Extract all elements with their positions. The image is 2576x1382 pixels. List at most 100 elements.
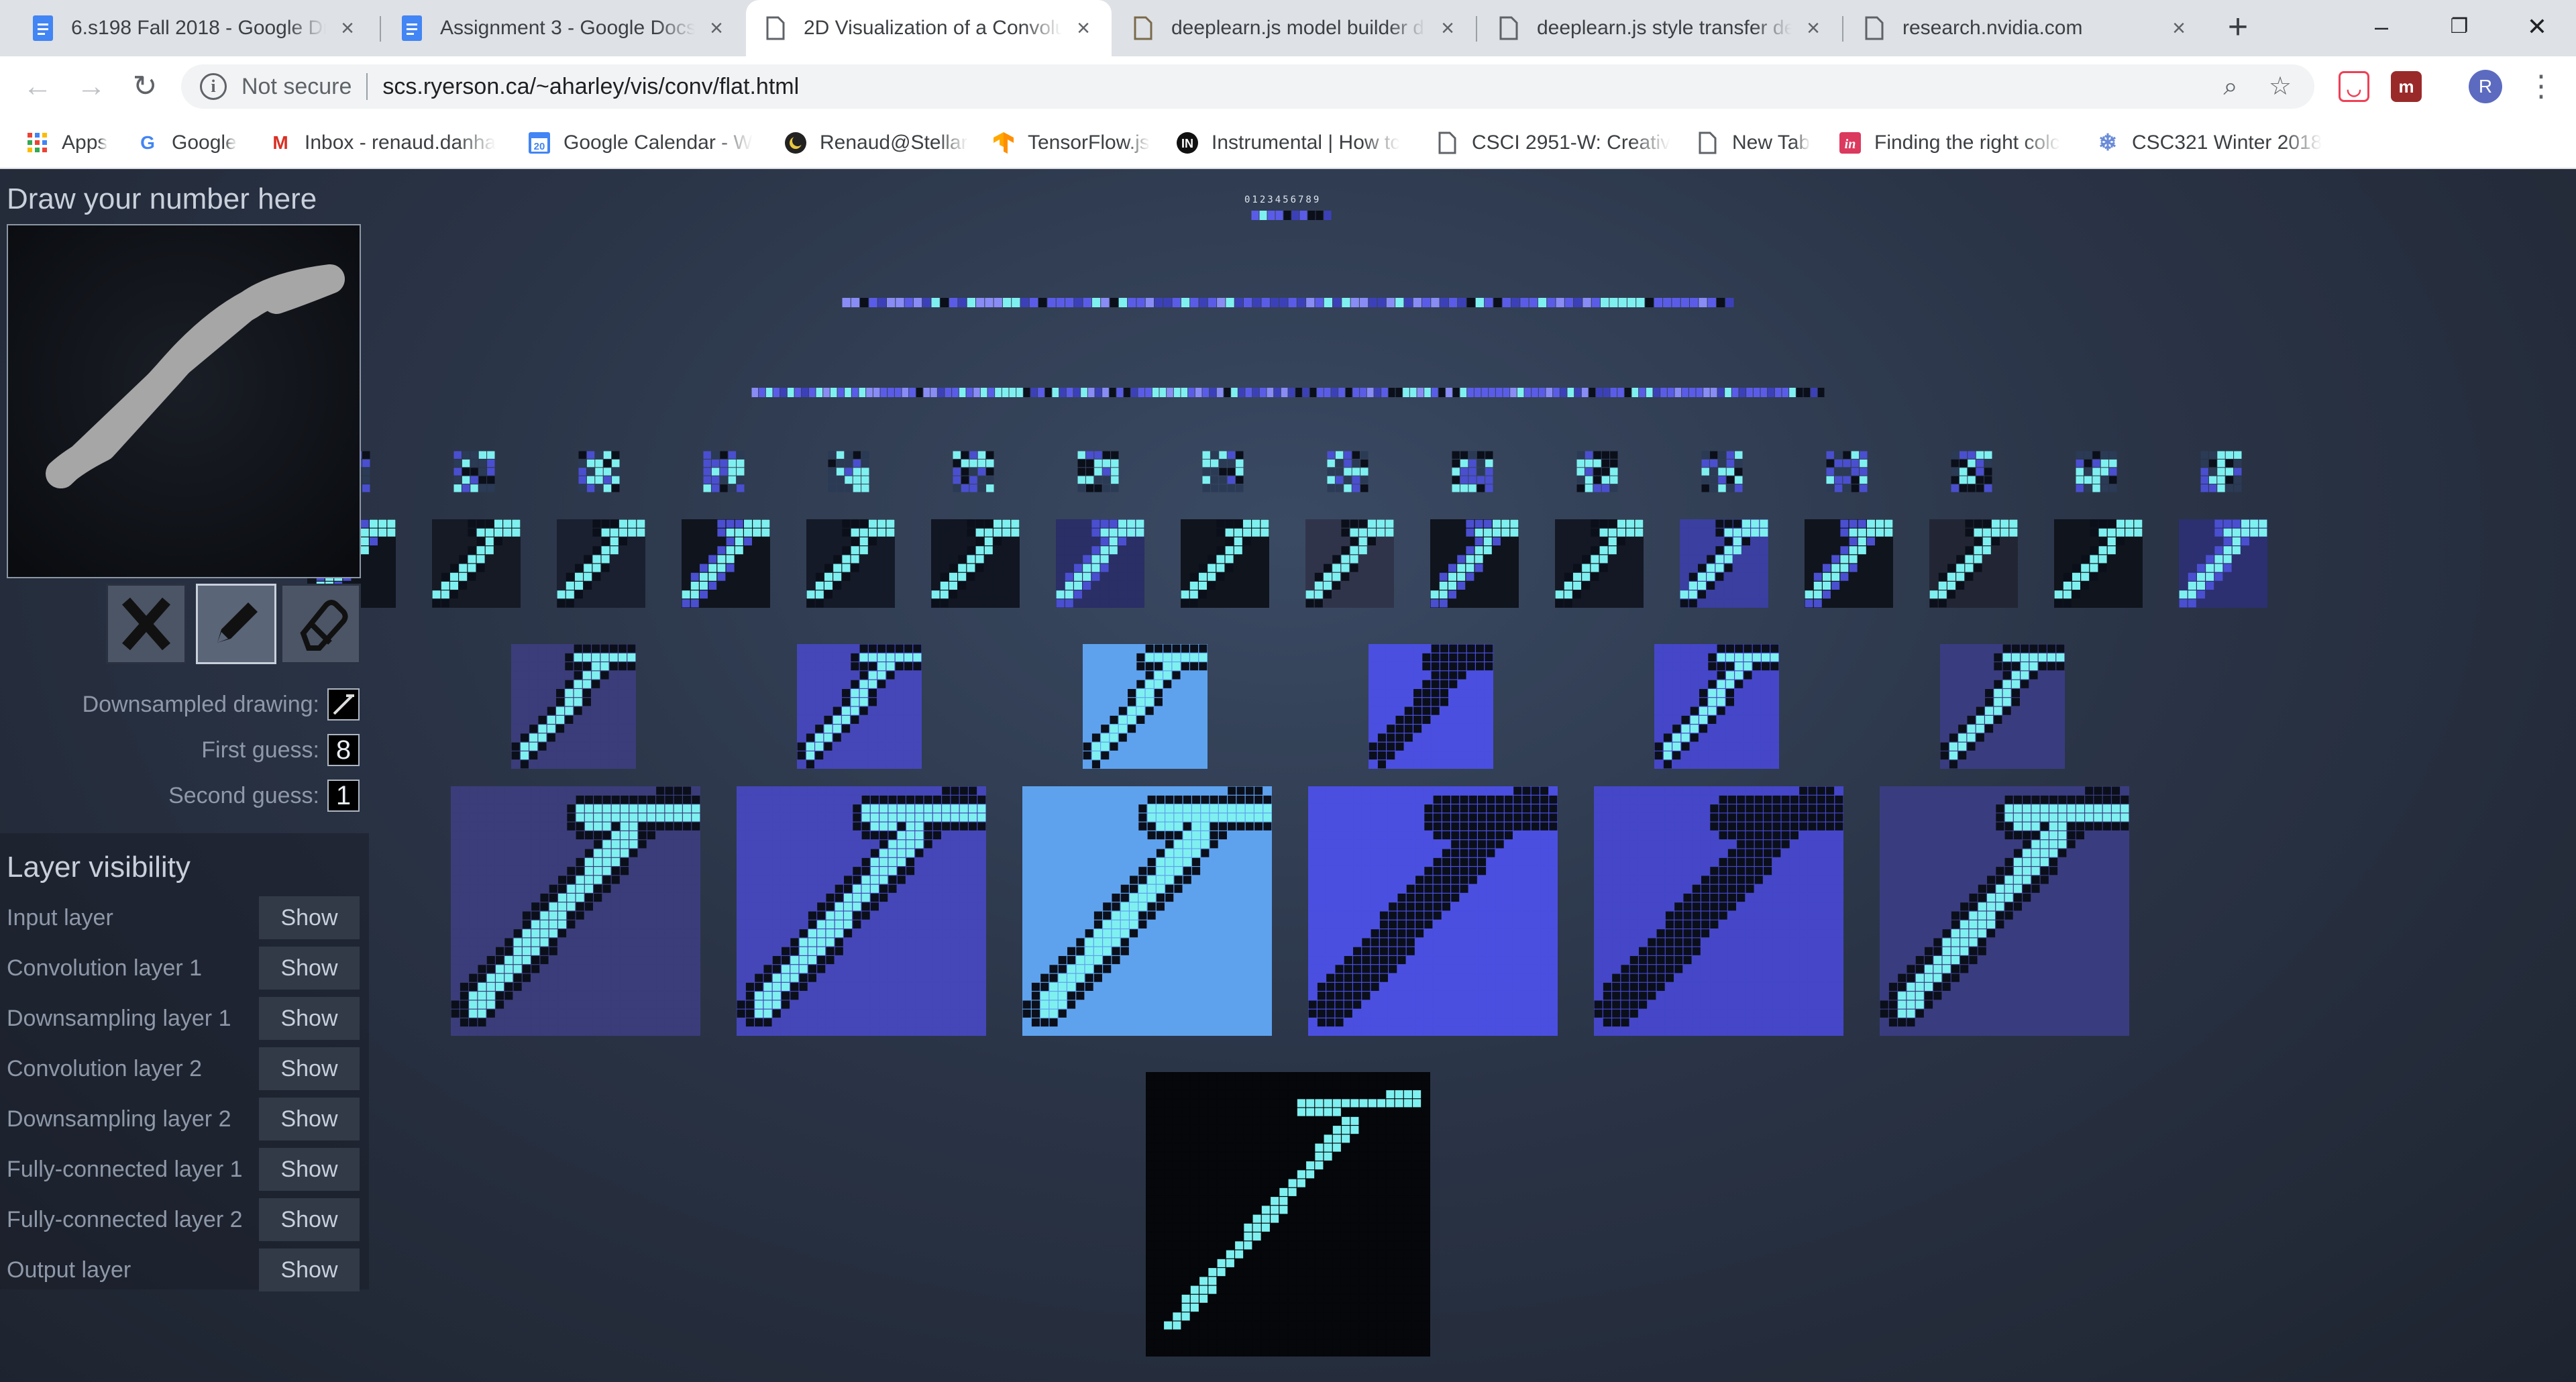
layer-name: Downsampling layer 1 [7,1005,231,1031]
close-icon[interactable]: × [1071,16,1095,40]
layer-name: Convolution layer 1 [7,955,203,981]
google-icon: G [140,132,155,153]
visualization-page: 0123456789 Draw your number here Downsam… [0,169,2576,1382]
clear-button[interactable] [106,584,186,664]
close-icon[interactable]: × [335,16,360,40]
show-button[interactable]: Show [259,997,360,1040]
close-icon[interactable]: × [2167,16,2191,40]
layer-name: Input layer [7,904,113,931]
address-bar[interactable]: i Not secure scs.ryerson.ca/~aharley/vis… [181,64,2314,109]
restore-icon[interactable]: ❐ [2439,7,2479,47]
bookmark-csci2951[interactable]: CSCI 2951-W: Creativ [1436,126,1670,160]
bookmark-tensorflow[interactable]: TensorFlow.js [991,126,1150,160]
page-icon [1130,15,1157,42]
show-button[interactable]: Show [259,1047,360,1090]
bookmark-csc321[interactable]: ❄ CSC321 Winter 2018 [2096,126,2322,160]
close-icon[interactable]: × [1436,16,1460,40]
layer-row-pool2: Downsampling layer 2 Show [7,1098,360,1140]
bookmark-calendar[interactable]: 20 Google Calendar - W [527,126,753,160]
page-icon [1495,15,1522,42]
tab-separator [380,16,381,42]
svg-text:IN: IN [1181,137,1193,150]
apps-grid-icon [25,131,50,155]
svg-text:in: in [1845,137,1856,152]
address-divider [366,73,368,100]
window-close-icon[interactable]: ✕ [2517,7,2557,47]
tab-strip: 6.s198 Fall 2018 - Google Dri × Assignme… [0,0,2576,56]
show-button[interactable]: Show [259,1198,360,1241]
tab-5[interactable]: research.nvidia.com × [1845,0,2207,56]
bookmark-instrumental[interactable]: IN Instrumental | How tc [1175,126,1400,160]
bookmark-newtab[interactable]: New Tab [1696,126,1810,160]
new-tab-button[interactable]: + [2220,9,2255,46]
fully-connected-layer-1 [751,388,1825,397]
network-visualization [307,211,2267,1357]
page-icon [1861,15,1888,42]
eraser-button[interactable] [280,584,361,664]
mendeley-extension-icon[interactable]: m [2391,71,2422,102]
draw-title: Draw your number here [7,182,317,215]
zoom-icon[interactable]: ⌕ [2216,72,2245,101]
snowflake-icon: ❄ [2098,130,2118,156]
bookmark-label: New Tab [1732,131,1811,154]
clear-x-icon [122,597,170,651]
layer-row-output: Output layer Show [7,1248,360,1291]
docs-icon [30,15,56,42]
close-icon[interactable]: × [1801,16,1825,40]
forward-icon[interactable]: → [72,68,110,106]
tab-0[interactable]: 6.s198 Fall 2018 - Google Dri × [13,0,376,56]
bookmark-inbox[interactable]: M Inbox - renaud.danha [268,126,496,160]
show-button[interactable]: Show [259,1248,360,1291]
tab-title: deeplearn.js model builder d [1171,17,1424,39]
profile-avatar[interactable]: R [2469,70,2502,103]
eraser-icon [300,600,348,651]
show-button[interactable]: Show [259,947,360,990]
tab-2-active[interactable]: 2D Visualization of a Convolu × [746,0,1112,56]
tab-title: 6.s198 Fall 2018 - Google Dri [71,17,326,39]
bookmark-apps[interactable]: Apps [25,126,107,160]
show-button[interactable]: Show [259,1148,360,1191]
tab-3[interactable]: deeplearn.js model builder d × [1114,0,1476,56]
tab-title: research.nvidia.com [1902,17,2083,39]
pencil-icon [217,602,258,643]
tab-title: deeplearn.js style transfer de [1537,17,1792,39]
downsampled-preview [327,688,360,721]
bookmark-star-icon[interactable]: ☆ [2266,72,2294,101]
close-icon[interactable]: × [704,16,729,40]
menu-dots-icon[interactable]: ⋮ [2526,70,2556,103]
downsampled-row: Downsampled drawing: [83,688,360,721]
invision-icon: in [1838,131,1862,155]
control-sidebar: Draw your number here Downsampled drawin… [0,169,369,1382]
bookmark-stellar[interactable]: Renaud@Stellar [784,126,968,160]
url-text: scs.ryerson.ca/~aharley/vis/conv/flat.ht… [382,73,800,99]
calendar-icon: 20 [527,131,551,155]
bookmark-label: TensorFlow.js [1028,131,1150,154]
pocket-extension-icon[interactable]: ◡ [2339,71,2369,102]
downsampling-layer-1 [511,644,2065,769]
second-guess-value: 1 [327,780,360,812]
page-icon [1436,131,1460,155]
bookmark-label: Google [172,131,237,154]
bookmark-label: Apps [62,131,108,154]
bookmark-label: Finding the right colc [1874,131,2060,154]
bookmark-label: Inbox - renaud.danha [305,131,496,154]
bookmark-label: Google Calendar - W [564,131,753,154]
bookmark-finding-color[interactable]: in Finding the right colc [1838,126,2060,160]
drawing-canvas[interactable] [7,224,361,578]
instrumental-icon: IN [1175,131,1199,155]
security-label: Not secure [241,73,352,99]
info-icon[interactable]: i [200,73,227,100]
second-guess-label: Second guess: [168,782,319,808]
pencil-button[interactable] [196,584,276,664]
input-layer [1146,1072,1430,1357]
show-button[interactable]: Show [259,896,360,939]
reload-icon[interactable]: ↻ [126,68,164,106]
tab-4[interactable]: deeplearn.js style transfer de × [1479,0,1841,56]
minimize-icon[interactable]: – [2361,7,2402,47]
back-icon[interactable]: ← [19,68,56,106]
tab-1[interactable]: Assignment 3 - Google Docs × [382,0,745,56]
bookmark-google[interactable]: G Google [136,126,237,160]
bookmarks-bar: Apps G Google M Inbox - renaud.danha 20 … [0,117,2576,169]
show-button[interactable]: Show [259,1098,360,1140]
bookmark-label: Renaud@Stellar [820,131,968,154]
